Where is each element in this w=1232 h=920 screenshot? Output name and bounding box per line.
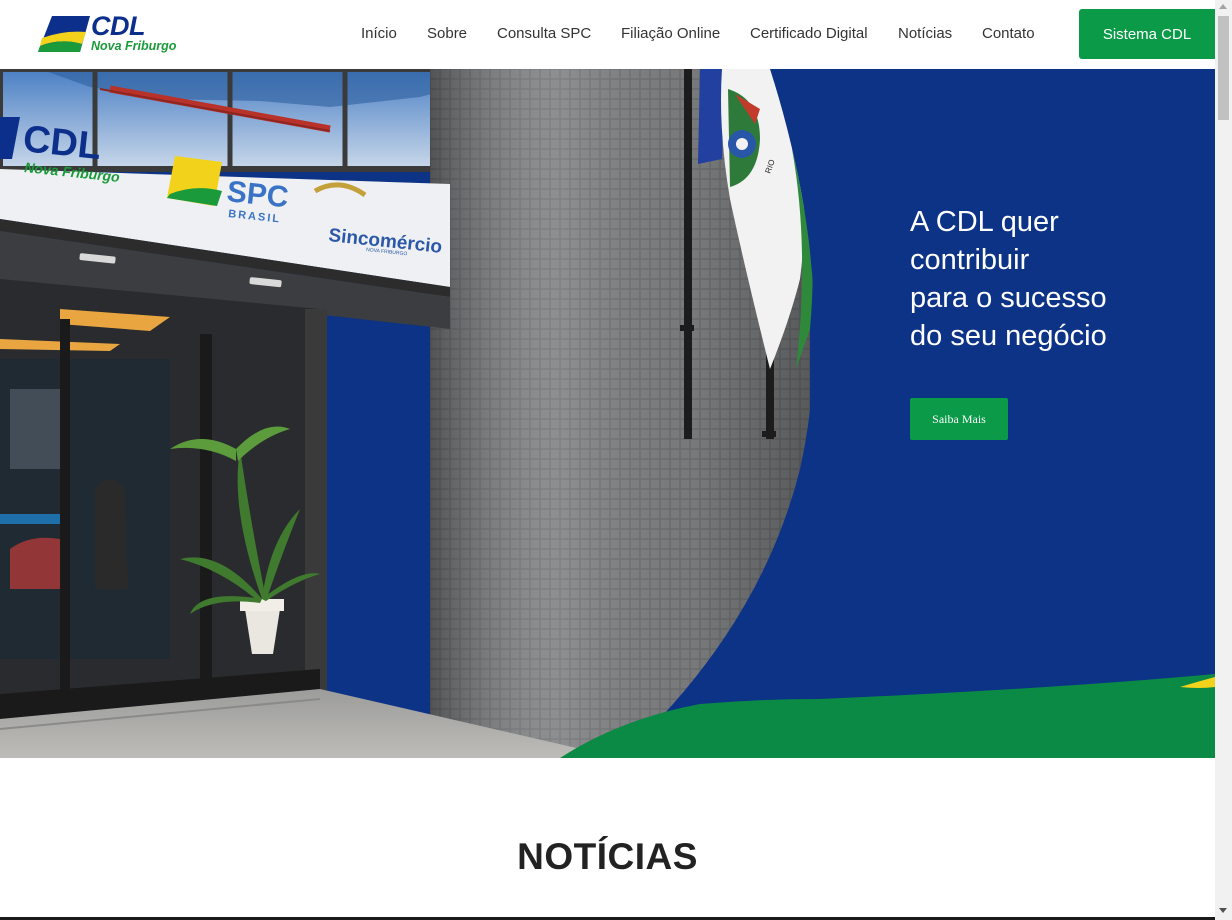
nav-filiacao-online[interactable]: Filiação Online: [621, 24, 720, 44]
nav-sobre[interactable]: Sobre: [427, 24, 467, 44]
hero-headline-line-2: contribuir: [910, 244, 1030, 276]
nav-noticias[interactable]: Notícias: [898, 24, 952, 44]
site-logo[interactable]: CDL Nova Friburgo: [38, 11, 188, 56]
saiba-mais-button[interactable]: Saiba Mais: [910, 398, 1008, 440]
page: CDL Nova Friburgo Início Sobre Consulta …: [0, 0, 1215, 920]
scroll-up-arrow-icon[interactable]: [1219, 4, 1227, 9]
nav-certificado-digital[interactable]: Certificado Digital: [750, 24, 868, 44]
nav-consulta-spc[interactable]: Consulta SPC: [497, 24, 591, 44]
hero-banner: CDL Nova Friburgo SPC BRASIL Sincomércio…: [0, 69, 1215, 758]
noticias-section-title: NOTÍCIAS: [517, 836, 698, 877]
site-header: CDL Nova Friburgo Início Sobre Consulta …: [0, 0, 1215, 69]
logo-name: CDL: [91, 11, 146, 41]
storefront-photo: CDL Nova Friburgo SPC BRASIL Sincomércio…: [0, 69, 1215, 758]
hero-headline-line-1: A CDL quer: [910, 206, 1059, 238]
hero-headline-line-4: do seu negócio: [910, 320, 1107, 352]
nav-contato[interactable]: Contato: [982, 24, 1035, 44]
sistema-cdl-button[interactable]: Sistema CDL: [1079, 9, 1215, 59]
scrollbar-thumb[interactable]: [1218, 16, 1229, 120]
cdl-logo-icon: [38, 16, 90, 52]
logo-subtitle: Nova Friburgo: [91, 39, 177, 53]
hero-headline: A CDL quer contribuir para o sucesso do …: [910, 203, 1190, 355]
nav-inicio[interactable]: Início: [361, 24, 397, 44]
hero-headline-line-3: para o sucesso: [910, 282, 1107, 314]
vertical-scrollbar[interactable]: [1215, 0, 1232, 920]
scroll-down-arrow-icon[interactable]: [1219, 908, 1227, 913]
